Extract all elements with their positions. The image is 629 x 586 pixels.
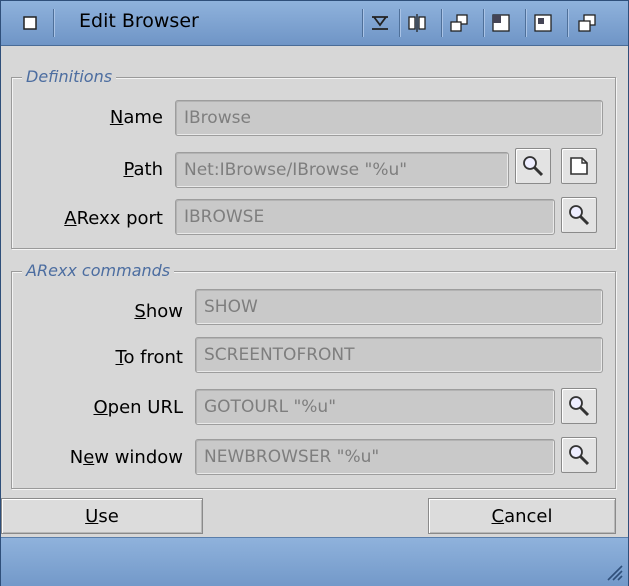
edit-browser-window: Edit Browser Definitions Name IBrowse Pa…: [0, 0, 629, 586]
open-url-label: Open URL: [93, 397, 183, 418]
window-title: Edit Browser: [79, 10, 199, 32]
use-button[interactable]: Use: [1, 498, 203, 534]
zoom-icon[interactable]: [530, 10, 556, 36]
magnifier-icon: [523, 156, 544, 177]
cancel-button[interactable]: Cancel: [428, 498, 616, 534]
iconify-icon[interactable]: [367, 10, 393, 36]
status-bar: [1, 537, 628, 586]
definitions-title: Definitions: [22, 67, 117, 86]
name-field[interactable]: IBrowse: [175, 100, 603, 136]
file-icon: [570, 157, 588, 175]
show-label: Show: [134, 301, 183, 322]
snapshot-icon[interactable]: [446, 10, 472, 36]
jump-icon[interactable]: [404, 10, 430, 36]
arexx-port-field[interactable]: IBROWSE: [175, 199, 555, 235]
resize-grip-icon[interactable]: [602, 560, 624, 582]
show-field[interactable]: SHOW: [195, 289, 603, 325]
open-url-browse-button[interactable]: [561, 388, 597, 424]
title-separator: [567, 9, 568, 37]
path-label: Path: [123, 159, 163, 180]
new-window-field[interactable]: NEWBROWSER "%u": [195, 439, 555, 475]
depth-icon[interactable]: [574, 10, 600, 36]
new-window-label: New window: [69, 447, 183, 468]
title-separator: [483, 9, 484, 37]
title-separator: [362, 9, 363, 37]
arexx-port-label: ARexx port: [64, 208, 163, 229]
magnifier-icon: [569, 396, 590, 417]
to-front-field[interactable]: SCREENTOFRONT: [195, 337, 603, 373]
arexx-port-browse-button[interactable]: [561, 197, 597, 233]
minimize-icon[interactable]: [488, 10, 514, 36]
open-url-field[interactable]: GOTOURL "%u": [195, 389, 555, 425]
magnifier-icon: [569, 205, 590, 226]
path-field[interactable]: Net:IBrowse/IBrowse "%u": [175, 152, 509, 188]
name-label: Name: [109, 107, 163, 128]
close-icon[interactable]: [17, 10, 43, 36]
title-separator: [399, 9, 400, 37]
title-separator: [53, 9, 54, 37]
title-bar[interactable]: Edit Browser: [1, 1, 628, 46]
magnifier-icon: [569, 445, 590, 466]
title-separator: [525, 9, 526, 37]
to-front-label: To front: [115, 347, 184, 368]
path-file-button[interactable]: [561, 148, 597, 184]
title-separator: [441, 9, 442, 37]
arexx-commands-title: ARexx commands: [22, 261, 175, 280]
new-window-browse-button[interactable]: [561, 437, 597, 473]
path-browse-button[interactable]: [515, 148, 551, 184]
